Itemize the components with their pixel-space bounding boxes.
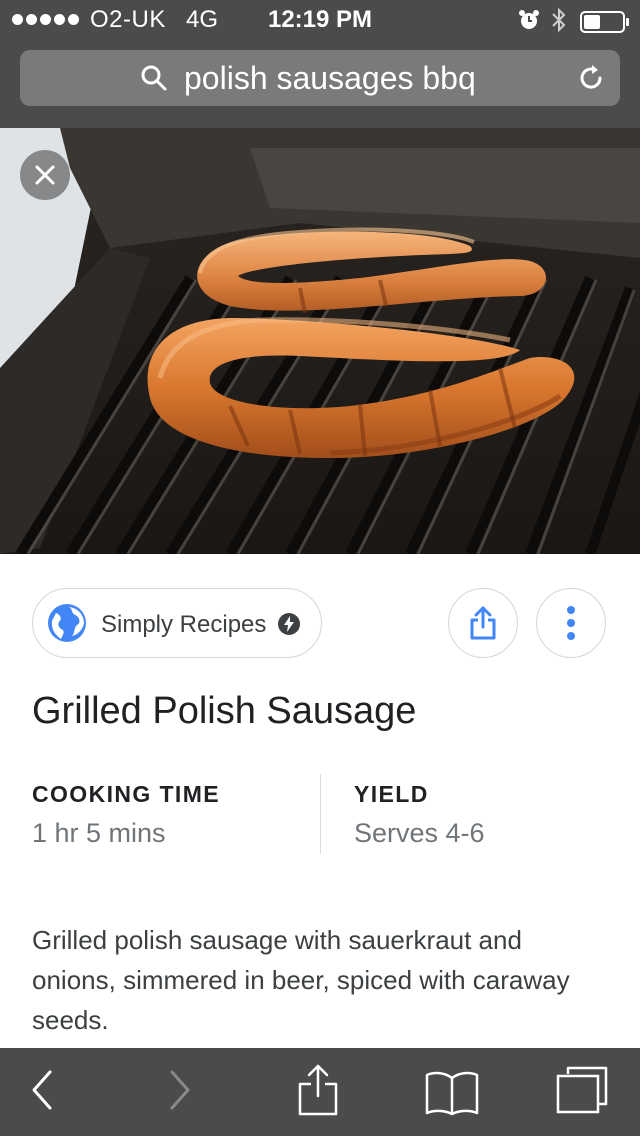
chevron-left-icon[interactable] <box>26 1068 56 1112</box>
status-bar: O2-UK 4G 12:19 PM <box>0 0 640 40</box>
alarm-clock-icon <box>519 10 539 29</box>
facts-divider <box>320 774 321 854</box>
address-bar[interactable]: polish sausages bbq <box>20 50 620 106</box>
sausage-photo <box>0 128 640 554</box>
browser-toolbar <box>0 1048 640 1136</box>
reload-icon[interactable] <box>576 63 606 93</box>
book-icon[interactable] <box>424 1068 480 1116</box>
close-icon <box>35 165 55 185</box>
share-icon <box>470 606 496 640</box>
recipe-hero-image <box>0 128 640 554</box>
toolbar-share-icon[interactable] <box>296 1062 340 1118</box>
more-vertical-icon <box>567 606 575 640</box>
search-icon <box>141 65 167 91</box>
globe-icon <box>48 604 86 642</box>
tabs-icon[interactable] <box>554 1064 610 1116</box>
battery-icon <box>580 11 629 33</box>
cooking-time-value: 1 hr 5 mins <box>32 818 166 848</box>
share-button[interactable] <box>448 588 518 658</box>
chevron-right-icon[interactable] <box>166 1068 196 1112</box>
close-button[interactable] <box>20 150 70 200</box>
browser-top-chrome: O2-UK 4G 12:19 PM polish sausages bbq <box>0 0 640 128</box>
search-query-text[interactable]: polish sausages bbq <box>184 60 476 97</box>
recipe-description: Grilled polish sausage with sauerkraut a… <box>32 925 570 1035</box>
recipe-title: Grilled Polish Sausage <box>32 690 417 732</box>
source-chip[interactable]: Simply Recipes <box>32 588 322 658</box>
yield-value: Serves 4-6 <box>354 818 485 848</box>
amp-bolt-icon <box>278 613 300 635</box>
bluetooth-icon <box>552 7 566 33</box>
yield-label: YIELD <box>354 781 429 807</box>
source-name: Simply Recipes <box>101 611 267 638</box>
status-time: 12:19 PM <box>267 6 373 33</box>
cooking-time-label: COOKING TIME <box>32 781 221 807</box>
more-options-button[interactable] <box>536 588 606 658</box>
